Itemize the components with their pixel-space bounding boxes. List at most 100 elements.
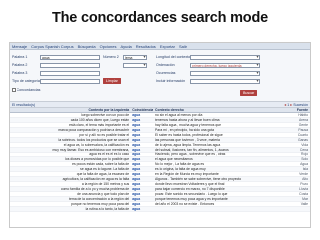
next-page-icon[interactable]: ▸ [290,102,292,107]
match-cell: agua [132,196,141,201]
col-left-context[interactable]: Contexto por la izquierda [10,108,131,112]
menu-item-export[interactable]: Exportar [160,44,175,49]
menu-item-help[interactable]: Ayuda [121,44,132,49]
left-context-cell: cada 100 años dicen que, Luego están [70,117,130,122]
word1-label: Palabra 1 [12,55,28,59]
menu-item-results[interactable]: Resultados [136,44,156,49]
menu-item-message[interactable]: Mensaje [12,44,27,49]
menu-item-exit[interactable]: Salir [179,44,187,49]
word2-input[interactable] [40,62,100,68]
left-context-cell: a la región de 150 metros y sus [81,182,130,187]
match-cell: agua [132,162,141,167]
right-context-cell: el agua que necesitamos [155,157,193,162]
left-context-cell: tema de la concentración a la región del [69,196,130,201]
source-cell: Cena [299,147,308,152]
concordance-checkbox-row: Concordancias [12,87,45,93]
right-context-cell: es lo origina, la falta de agua muy [155,167,206,172]
right-context-cell: El saber es hasta todos, profesional de … [155,132,223,137]
left-context-cell: el agua va, lo sobrevalora, la calificac… [63,142,130,147]
match-cell: agua [132,117,141,122]
col-source[interactable]: Fuente [264,108,310,112]
category-label: Tipo de categoría [12,79,40,83]
menu-item-options[interactable]: Opciones [100,44,117,49]
source-cell: Pozo [300,182,308,187]
results-table-body: luego sobrevive con un poco de agua no sin… [10,113,310,212]
match-cell: agua [132,201,141,206]
match-cell: agua [132,122,141,127]
word1-input[interactable]: agua [40,54,100,60]
word3-label: Palabra 3 [12,71,28,75]
source-cell: Agua [300,162,308,167]
source-cell: Valle [300,201,308,206]
match-cell: agua [132,127,141,132]
match-cell: agua [132,157,141,162]
source-cell: Ganas [298,137,308,142]
source-cell: Solo [301,157,308,162]
left-context-cell: muy muy llamar. Eso es ambicioso con mem… [52,147,130,152]
right-context-cell: pozar. Este sonido es secundario . Luego… [155,191,228,196]
category-input[interactable] [40,78,100,84]
source-cell: Alto [302,177,308,182]
match-cell: agua [132,152,141,157]
menu-item-corpus[interactable]: Corpus Spanish Corpus [31,44,73,49]
match-cell: agua [132,147,141,152]
word2-row: Palabra 2 [12,62,147,68]
match-cell: agua [132,137,141,142]
left-context-cell: que la falta de agua, la escasez de [76,172,130,177]
right-context-cell: donde llevo muestran Voltaderes y que el… [155,182,225,187]
source-cell: Verde [299,172,308,177]
concordance-app-window: Mensaje Corpus Spanish Corpus Búsqueda O… [9,42,311,228]
word2-type-dropdown[interactable] [123,62,147,68]
context-length-row: Longitud del contexto [156,54,260,60]
source-cell: Rojo [301,152,308,157]
match-cell: agua [132,112,141,117]
menu-item-search[interactable]: Búsqueda [78,44,96,49]
prev-page-icon[interactable]: ◂ [284,102,286,107]
match-cell: agua [132,132,141,137]
right-context-cell: porque tenemos muy poca agua y es import… [155,196,228,201]
col-right-context[interactable]: Contexto derecho [153,108,264,112]
sort-row: Ordenación primero derecha, luego izquie… [156,62,260,68]
word3-input[interactable] [40,70,100,76]
match-cell: agua [132,187,141,192]
pager: ◂ 1 ▸ Sucesión [284,102,308,107]
next-label[interactable]: Sucesión [293,103,308,107]
left-context-cell: los dioses a promovidas por lo posible q… [65,157,130,162]
search-form: Palabra 1 agua Número 2 lema Palabra 2 P… [10,50,310,102]
context-length-dropdown[interactable] [190,54,260,60]
source-cell: Isla [302,167,308,172]
source-cell: Hábito [298,112,308,117]
clear-button[interactable]: Limpiar [103,78,121,84]
left-context-cell: por sí y allí no es posible tratar el [79,132,130,137]
left-context-cell: de una anuncia y que todo plan de [77,191,130,196]
left-context-cell: agricultora, la calificación en agua es … [62,177,130,182]
source-cell: Lluvia [299,187,308,192]
col-match[interactable]: Coincidencia [131,108,153,112]
right-context-cell: Algunos . También se sabe sobrevive, tie… [155,177,242,182]
include-info-label: Incluir información [156,79,186,83]
concordance-checkbox[interactable] [12,88,16,92]
right-context-cell: del año el 2003 no se existe . Entonces [155,201,215,206]
right-context-cell: las personas que tuvieron , 3 vece, mate… [155,137,220,142]
sort-dropdown[interactable]: primero derecha, luego izquierda [190,62,260,68]
word1-type-dropdown[interactable]: lema [123,54,147,60]
include-info-row: Incluir información [156,78,260,84]
word2-label: Palabra 2 [12,63,28,67]
match-cell: agua [132,167,141,172]
source-cell: Cuarto [297,132,308,137]
word1-row: Palabra 1 agua Número 2 lema [12,54,147,60]
right-context-cell: del subsal, ilusiones, tan fin, alimento… [155,147,229,152]
table-row[interactable]: la rutina a lo tanto, la falta de agua [10,207,310,212]
source-cell: Mar [302,196,308,201]
include-info-dropdown[interactable] [190,78,260,84]
slide-title: The concordances search mode [51,10,268,26]
occurrences-row: Ocurrencias [156,70,260,76]
search-button[interactable]: Buscar [240,90,258,96]
source-cell: Vida [301,142,308,147]
left-context-cell: agua es el es el es lo caso [89,152,130,157]
right-context-cell: tenemos hasta ahora y al llevar buen cli… [155,117,220,122]
right-context-cell: para bajar comercio en marzo, no 7 dispo… [155,187,225,192]
right-context-cell: No lo mejor , La falta de agua es [155,162,205,167]
context-length-label: Longitud del contexto [156,55,190,59]
occurrences-dropdown[interactable] [190,70,260,76]
